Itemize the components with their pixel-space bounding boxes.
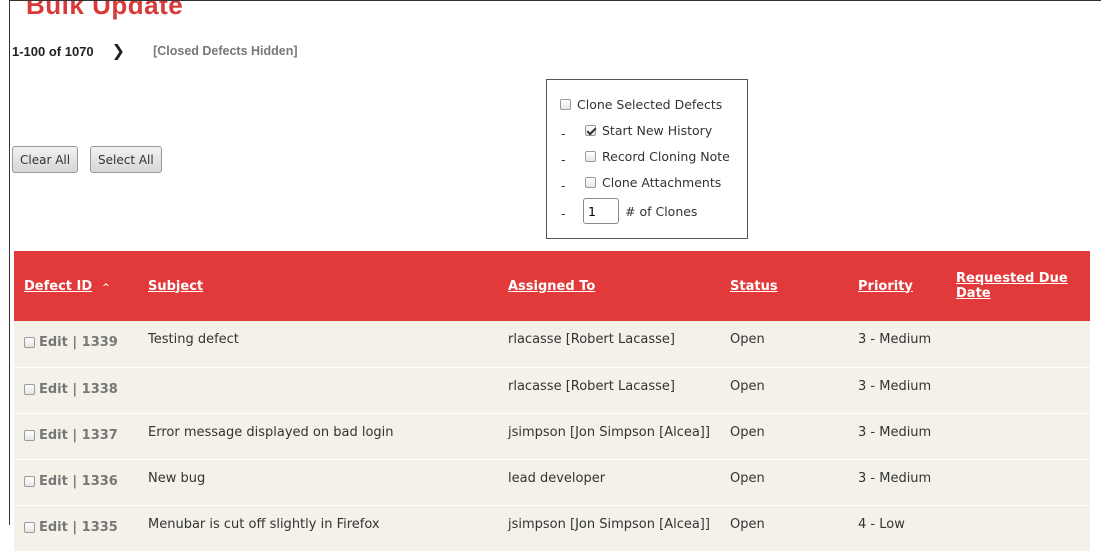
chevron-right-icon[interactable]: ❯ [112, 41, 125, 61]
assigned-cell: rlacasse [Robert Lacasse] [508, 332, 675, 347]
row-checkbox[interactable] [24, 337, 35, 348]
defect-id-link[interactable]: 1339 [82, 335, 118, 350]
status-cell: Open [730, 378, 765, 394]
edit-link[interactable]: Edit [39, 428, 68, 443]
col-assigned-to[interactable]: Assigned To [498, 251, 720, 321]
defect-id-link[interactable]: 1336 [82, 474, 118, 489]
separator: | [72, 427, 78, 443]
priority-cell: 3 - Medium [858, 470, 932, 486]
defect-id-cell: Edit | 1338 [14, 367, 138, 413]
defect-id-link[interactable]: 1338 [82, 382, 118, 397]
table-header-row: Defect ID ^ Subject Assigned To Status Pr… [14, 251, 1090, 321]
page-title: Bulk Update [26, 0, 184, 20]
due-date-cell [946, 367, 1090, 413]
subject-cell: Error message displayed on bad login [148, 424, 394, 440]
due-date-cell [946, 413, 1090, 459]
due-date-cell [946, 505, 1090, 551]
clone-selected-option[interactable]: Clone Selected Defects [560, 97, 722, 112]
col-requested-due-date[interactable]: Requested Due Date [946, 251, 1090, 321]
table-row: Edit | 1336 New bug lead developer Open … [14, 459, 1090, 505]
clone-attachments-option[interactable]: Clone Attachments [585, 175, 721, 190]
subject-cell: Testing defect [148, 332, 239, 347]
clone-selected-label: Clone Selected Defects [577, 97, 723, 112]
table-row: Edit | 1339 Testing defect rlacasse [Rob… [14, 321, 1090, 367]
separator: | [72, 381, 78, 397]
separator: | [72, 335, 78, 350]
defect-id-cell: Edit | 1337 [14, 413, 138, 459]
status-cell: Open [730, 470, 765, 486]
due-date-cell [946, 321, 1090, 367]
assigned-cell: rlacasse [Robert Lacasse] [508, 378, 675, 394]
clone-options-panel: Clone Selected Defects - Start New Histo… [546, 79, 748, 239]
sort-asc-icon[interactable]: ^ [102, 283, 110, 293]
assigned-cell: lead developer [508, 470, 606, 486]
table-row: Edit | 1335 Menubar is cut off slightly … [14, 505, 1090, 551]
defect-id-cell: Edit | 1336 [14, 459, 138, 505]
record-cloning-note-checkbox[interactable] [585, 151, 596, 162]
pagination: 1-100 of 1070 ❯ [Closed Defects Hidden] [12, 41, 298, 61]
defect-id-link[interactable]: 1335 [82, 520, 118, 535]
defect-id-link[interactable]: 1337 [82, 428, 118, 443]
assigned-cell: jsimpson [Jon Simpson [Alcea]] [508, 516, 710, 532]
num-clones-label: # of Clones [625, 203, 698, 219]
dash: - [561, 178, 566, 193]
defects-table: Defect ID ^ Subject Assigned To Status Pr… [14, 251, 1090, 552]
clear-all-button[interactable]: Clear All [12, 146, 79, 173]
subject-cell: New bug [148, 470, 206, 486]
clone-selected-checkbox[interactable] [560, 99, 571, 110]
record-cloning-note-label: Record Cloning Note [602, 149, 730, 164]
closed-defects-hidden-link[interactable]: [Closed Defects Hidden] [153, 44, 297, 58]
edit-link[interactable]: Edit [39, 520, 68, 535]
edit-link[interactable]: Edit [39, 474, 68, 489]
range-label: 1-100 of 1070 [12, 43, 94, 59]
start-new-history-option[interactable]: Start New History [585, 123, 712, 138]
num-clones-input[interactable] [583, 198, 619, 224]
col-status[interactable]: Status [720, 251, 848, 321]
col-priority[interactable]: Priority [848, 251, 946, 321]
row-checkbox[interactable] [24, 429, 35, 441]
col-subject[interactable]: Subject [138, 251, 498, 321]
row-checkbox[interactable] [24, 475, 35, 487]
dash: - [561, 126, 566, 141]
table-row: Edit | 1337 Error message displayed on b… [14, 413, 1090, 459]
row-checkbox[interactable] [24, 383, 35, 395]
priority-cell: 3 - Medium [858, 332, 932, 347]
clone-attachments-label: Clone Attachments [602, 175, 722, 190]
status-cell: Open [730, 516, 765, 532]
record-cloning-note-option[interactable]: Record Cloning Note [585, 149, 730, 164]
status-cell: Open [730, 332, 765, 347]
table-row: Edit | 1338 rlacasse [Robert Lacasse] Op… [14, 367, 1090, 413]
priority-cell: 3 - Medium [858, 424, 932, 440]
edit-link[interactable]: Edit [39, 335, 68, 350]
assigned-cell: jsimpson [Jon Simpson [Alcea]] [508, 424, 710, 440]
col-defect-id[interactable]: Defect ID ^ [14, 251, 138, 321]
num-clones-option: # of Clones [583, 198, 697, 224]
dash: - [561, 152, 566, 167]
subject-cell: Menubar is cut off slightly in Firefox [148, 516, 380, 532]
priority-cell: 4 - Low [858, 516, 905, 532]
start-new-history-label: Start New History [602, 123, 713, 138]
priority-cell: 3 - Medium [858, 378, 932, 394]
select-all-button[interactable]: Select All [90, 146, 162, 173]
row-checkbox[interactable] [24, 521, 35, 533]
status-cell: Open [730, 424, 765, 440]
start-new-history-checkbox[interactable] [585, 125, 596, 136]
defect-id-cell: Edit | 1335 [14, 505, 138, 551]
separator: | [72, 519, 78, 535]
defect-id-cell: Edit | 1339 [14, 321, 138, 367]
subject-cell [138, 367, 498, 413]
separator: | [72, 473, 78, 489]
dash: - [561, 206, 566, 221]
due-date-cell [946, 459, 1090, 505]
clone-attachments-checkbox[interactable] [585, 177, 596, 188]
edit-link[interactable]: Edit [39, 382, 68, 397]
